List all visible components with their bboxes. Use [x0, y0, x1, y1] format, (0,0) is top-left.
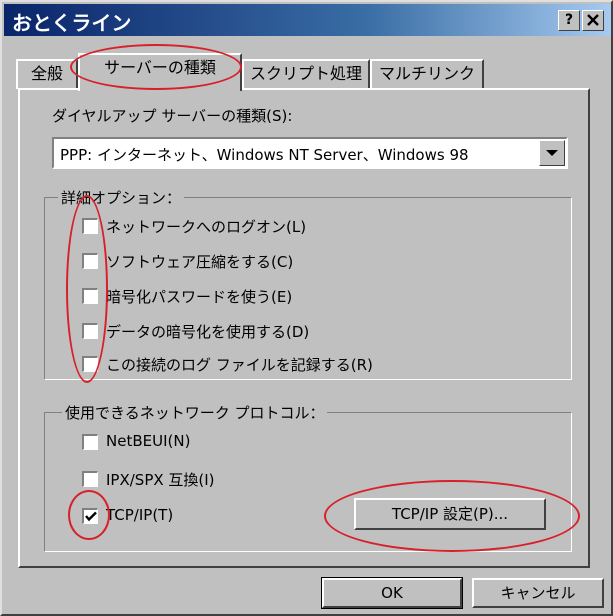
server-type-label: ダイヤルアップ サーバーの種類(S): [52, 107, 293, 125]
ok-button[interactable]: OK [321, 577, 463, 609]
ipx-spx-checkbox[interactable] [82, 471, 98, 487]
tcp-ip-label: TCP/IP(T) [106, 506, 174, 524]
tab-server-type[interactable]: サーバーの種類 [78, 53, 242, 91]
netbeui-checkbox[interactable] [82, 434, 98, 450]
close-button[interactable] [582, 10, 604, 31]
protocols-legend: 使用できるネットワーク プロトコル： [62, 402, 328, 423]
chevron-down-icon [546, 150, 558, 156]
tcp-ip-settings-button[interactable]: TCP/IP 設定(P)... [354, 498, 546, 530]
software-compression-label: ソフトウェア圧縮をする(C) [106, 253, 294, 271]
software-compression-checkbox[interactable] [82, 253, 98, 269]
checkmark-icon [85, 511, 97, 522]
encrypted-password-label: 暗号化パスワードを使う(E) [106, 288, 293, 306]
window-title: おとくライン [12, 11, 132, 35]
tab-script[interactable]: スクリプト処理 [242, 59, 370, 89]
dropdown-button[interactable] [539, 140, 565, 166]
advanced-options-legend: 詳細オプション： [58, 187, 185, 208]
title-bar[interactable]: おとくライン ? [4, 4, 611, 36]
log-file-checkbox[interactable] [82, 356, 98, 372]
close-icon [587, 14, 599, 26]
help-button[interactable]: ? [558, 10, 580, 31]
encrypted-password-checkbox[interactable] [82, 288, 98, 304]
cancel-button[interactable]: キャンセル [472, 578, 604, 608]
server-type-value: PPP: インターネット、Windows NT Server、Windows 9… [60, 146, 469, 164]
tab-multilink[interactable]: マルチリンク [370, 59, 484, 89]
logon-network-checkbox[interactable] [82, 218, 98, 234]
data-encryption-checkbox[interactable] [82, 323, 98, 339]
server-type-select[interactable]: PPP: インターネット、Windows NT Server、Windows 9… [52, 137, 568, 169]
tab-general[interactable]: 全般 [16, 59, 78, 89]
netbeui-label: NetBEUI(N) [106, 432, 191, 450]
dialog-window: おとくライン ? 全般 サーバーの種類 スクリプト処理 マルチリンク ダイヤルア… [0, 0, 613, 616]
logon-network-label: ネットワークへのログオン(L) [106, 218, 307, 236]
ipx-spx-label: IPX/SPX 互換(I) [106, 471, 215, 489]
tcp-ip-checkbox[interactable] [82, 508, 98, 524]
log-file-label: この接続のログ ファイルを記録する(R) [106, 356, 373, 374]
data-encryption-label: データの暗号化を使用する(D) [106, 323, 310, 341]
